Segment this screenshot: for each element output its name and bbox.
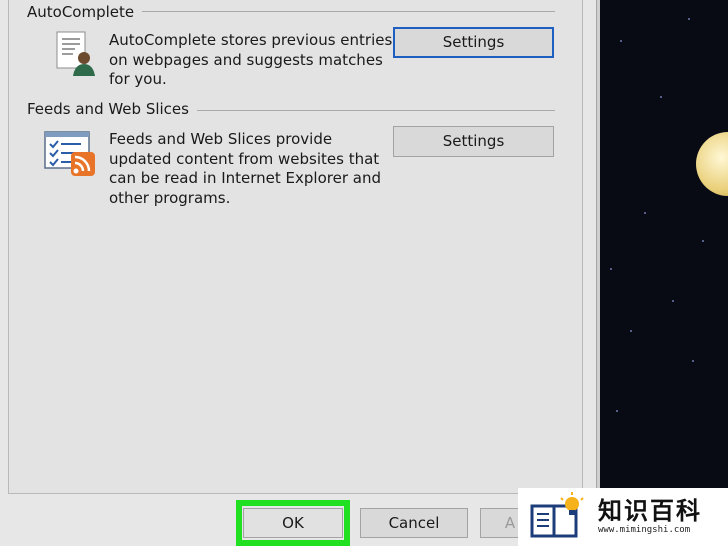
star <box>672 300 674 302</box>
star <box>660 96 662 98</box>
star <box>692 360 694 362</box>
book-lightbulb-icon <box>528 492 590 542</box>
cancel-button[interactable]: Cancel <box>360 508 468 538</box>
moon-image <box>696 132 728 196</box>
autocomplete-description: AutoComplete stores previous entries on … <box>109 31 392 90</box>
autocomplete-description-line: for you. <box>109 70 167 88</box>
star <box>688 18 690 20</box>
star <box>630 330 632 332</box>
feeds-settings-button[interactable]: Settings <box>393 126 554 157</box>
autocomplete-settings-button[interactable]: Settings <box>393 27 554 58</box>
autocomplete-group-title: AutoComplete <box>27 3 143 21</box>
feeds-description: Feeds and Web Slices provide updated con… <box>109 130 381 208</box>
autocomplete-group-divider <box>137 11 555 12</box>
feeds-description-line: updated content from websites that <box>109 149 380 168</box>
content-tab-panel: AutoComplete AutoComplete stores previou… <box>8 0 583 494</box>
star <box>616 410 618 412</box>
feeds-description-line: can be read in Internet Explorer and <box>109 169 381 187</box>
star <box>644 212 646 214</box>
autocomplete-description-line: AutoComplete stores previous entries <box>109 31 393 49</box>
feeds-description-line: other programs. <box>109 188 231 207</box>
autocomplete-description-line: on webpages and suggests matches <box>109 50 383 69</box>
watermark-text: 知识百科 <box>598 497 702 525</box>
star <box>610 268 612 270</box>
watermark-banner: 知识百科 www.mimingshi.com <box>518 488 728 546</box>
star <box>620 40 622 42</box>
desktop-background <box>600 0 728 546</box>
feeds-group-title: Feeds and Web Slices <box>27 100 197 118</box>
feeds-description-line: Feeds and Web Slices provide <box>109 130 333 148</box>
star <box>702 240 704 242</box>
feed-list-rss-icon <box>43 130 99 182</box>
internet-options-dialog: AutoComplete AutoComplete stores previou… <box>0 0 600 546</box>
ok-highlight-box <box>236 500 350 546</box>
feeds-group-divider <box>195 110 555 111</box>
watermark-url: www.mimingshi.com <box>598 525 691 535</box>
user-document-icon <box>53 30 97 82</box>
